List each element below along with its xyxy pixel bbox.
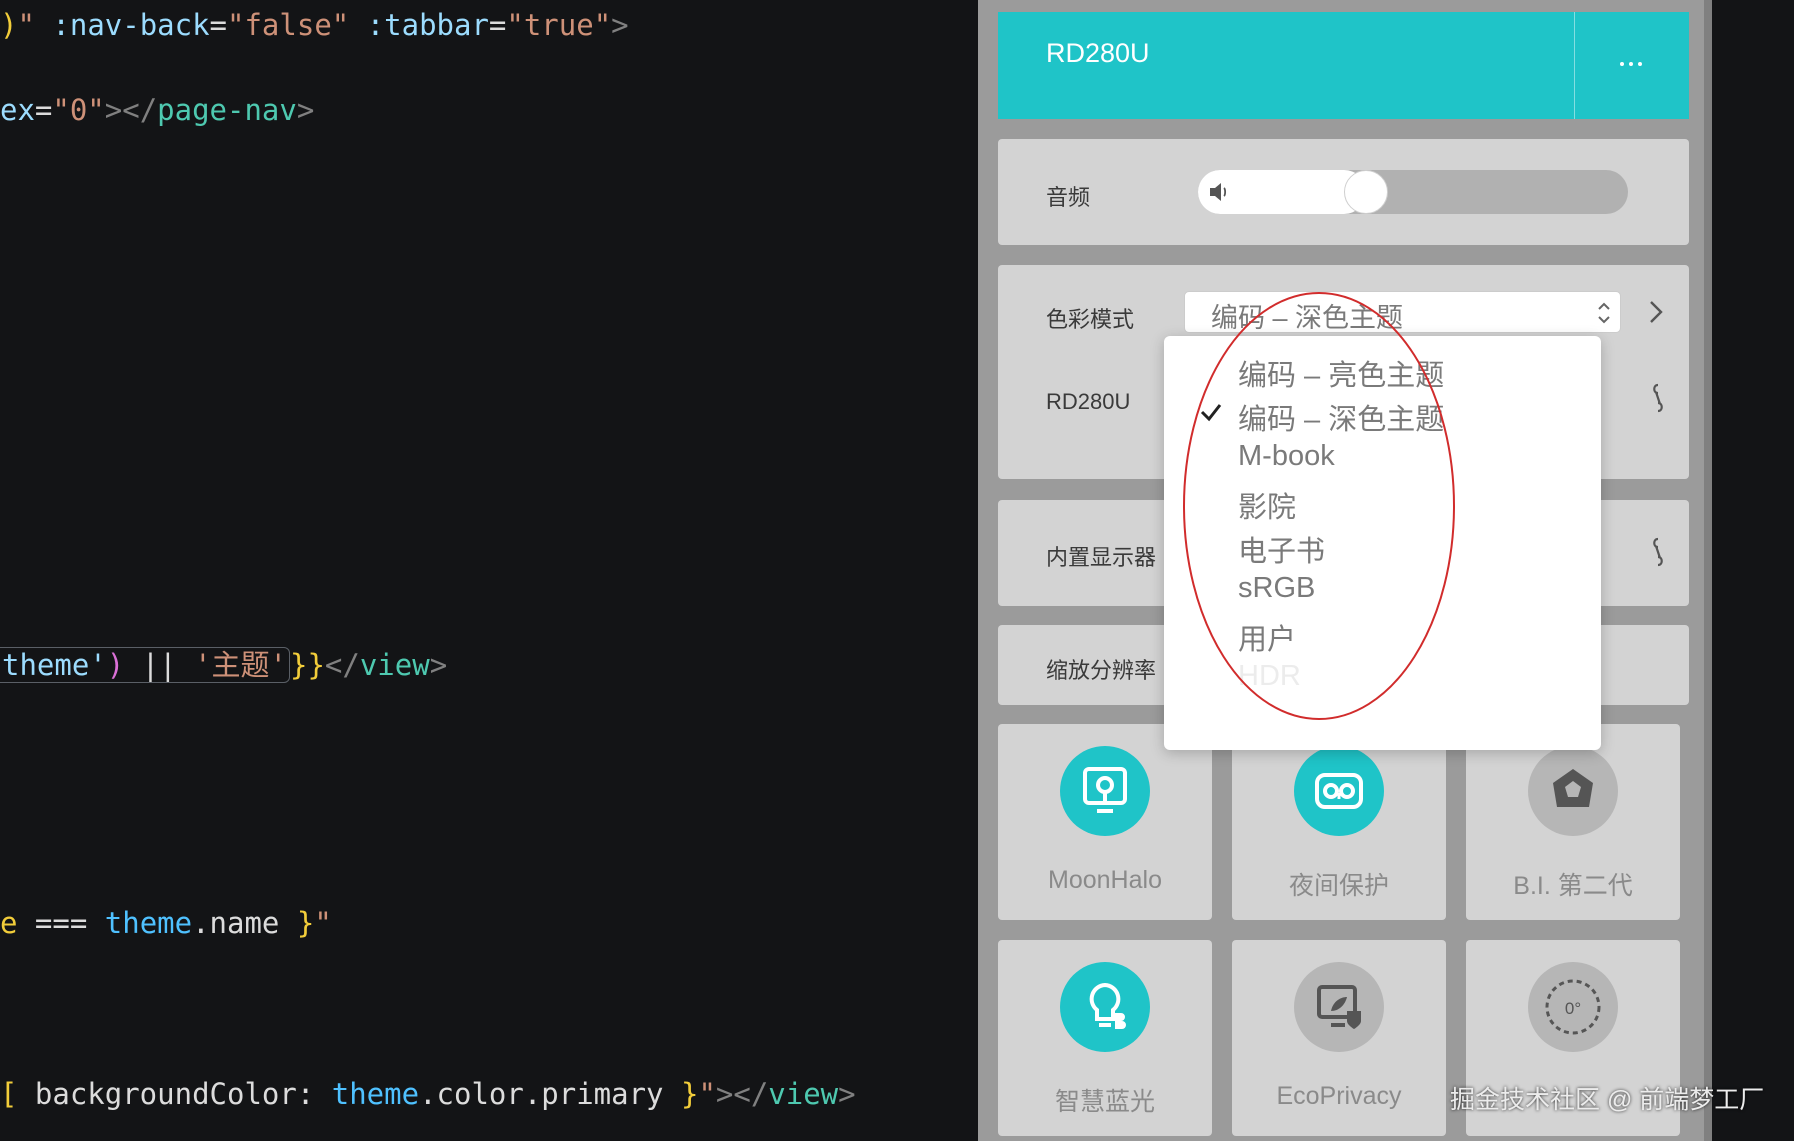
chevron-right-icon[interactable] bbox=[1649, 300, 1663, 324]
moonhalo-icon bbox=[1060, 746, 1150, 836]
audio-card: 音频 bbox=[998, 139, 1689, 245]
tile-label: B.I. 第二代 bbox=[1513, 872, 1633, 900]
color-mode-select[interactable]: 编码 – 深色主题 bbox=[1184, 291, 1621, 333]
ecoprivacy-icon bbox=[1294, 962, 1384, 1052]
speaker-icon bbox=[1210, 183, 1227, 201]
color-mode-select-value: 编码 – 深色主题 bbox=[1211, 303, 1404, 333]
owl-night-icon bbox=[1294, 746, 1384, 836]
dropdown-option[interactable]: sRGB bbox=[1238, 572, 1315, 605]
code-line: theme') || '主题'}}</view> bbox=[0, 645, 447, 685]
dropdown-option[interactable]: HDR bbox=[1238, 660, 1301, 693]
code-token: ) bbox=[106, 648, 125, 682]
rotation-value: 0° bbox=[1565, 999, 1581, 1018]
link-icon[interactable] bbox=[1651, 383, 1665, 413]
code-line: [ backgroundColor: theme.color.primary }… bbox=[0, 1074, 856, 1114]
color-mode-dropdown[interactable]: 编码 – 亮色主题 编码 – 深色主题 M-book 影院 电子书 sRGB 用… bbox=[1164, 336, 1601, 750]
code-token: " bbox=[698, 1077, 716, 1111]
code-editor[interactable]: )" :nav-back="false" :tabbar="true"> ex="… bbox=[0, 0, 978, 1141]
code-line: )" :nav-back="false" :tabbar="true"> bbox=[0, 5, 629, 45]
code-token: ></ bbox=[715, 1077, 769, 1111]
tile-smart-bluelight[interactable]: 智慧蓝光 bbox=[998, 940, 1212, 1136]
link-icon[interactable] bbox=[1651, 537, 1665, 567]
builtin-display-label: 内置显示器 bbox=[1046, 545, 1157, 570]
code-token: theme bbox=[104, 906, 193, 940]
code-token: ></ bbox=[104, 93, 158, 127]
code-token: > bbox=[296, 93, 315, 127]
code-token: theme bbox=[331, 1077, 420, 1111]
code-token: :tabbar bbox=[366, 8, 489, 42]
code-token: > bbox=[429, 648, 448, 682]
scaling-label: 缩放分辨率 bbox=[1046, 658, 1157, 683]
color-mode-label: 色彩模式 bbox=[1046, 307, 1135, 332]
code-token: "false" bbox=[227, 8, 350, 42]
dropdown-option[interactable]: 编码 – 亮色主题 bbox=[1238, 352, 1444, 394]
watermark: 掘金技术社区 @ 前端梦工厂 bbox=[1450, 1086, 1765, 1114]
code-token: .color.primary bbox=[419, 1077, 681, 1111]
code-token: > bbox=[611, 8, 629, 42]
code-token: :nav-back bbox=[52, 8, 210, 42]
code-token: [ bbox=[0, 1077, 18, 1111]
rotation-icon: 0° bbox=[1528, 962, 1618, 1052]
nav-bar: RD280U bbox=[998, 12, 1689, 119]
code-token: "0" bbox=[52, 93, 105, 127]
code-token: </ bbox=[324, 648, 360, 682]
nav-divider bbox=[1574, 12, 1575, 119]
audio-slider-knob[interactable] bbox=[1344, 170, 1388, 214]
code-token: ex bbox=[0, 93, 35, 127]
tile-label: 夜间保护 bbox=[1288, 872, 1389, 900]
code-token: > bbox=[838, 1077, 856, 1111]
code-token: backgroundColor: bbox=[17, 1077, 332, 1111]
smart-bluelight-icon bbox=[1060, 962, 1150, 1052]
code-token: = bbox=[209, 8, 228, 42]
code-token: } bbox=[680, 1077, 699, 1111]
code-token: = bbox=[488, 8, 507, 42]
tile-label: MoonHalo bbox=[1048, 866, 1162, 894]
code-token: view bbox=[359, 648, 430, 682]
code-token: theme' bbox=[2, 648, 107, 682]
audio-label: 音频 bbox=[1046, 185, 1091, 210]
nav-title: RD280U bbox=[1046, 38, 1150, 68]
dropdown-option-selected[interactable]: 编码 – 深色主题 bbox=[1238, 396, 1444, 438]
code-line: ex="0"></page-nav> bbox=[0, 90, 314, 130]
bi-gen2-icon bbox=[1528, 746, 1618, 836]
tile-bi-gen2[interactable]: B.I. 第二代 bbox=[1466, 724, 1680, 920]
code-token: " bbox=[17, 8, 35, 42]
code-token: view bbox=[768, 1077, 839, 1111]
code-token: || bbox=[124, 648, 195, 682]
code-token: "true" bbox=[506, 8, 612, 42]
code-token: page-nav bbox=[157, 93, 297, 127]
dropdown-option[interactable]: M-book bbox=[1238, 440, 1335, 473]
dropdown-option[interactable]: 用户 bbox=[1238, 616, 1296, 658]
tile-label: 智慧蓝光 bbox=[1054, 1088, 1155, 1116]
code-token: }} bbox=[290, 648, 325, 682]
monitor-label: RD280U bbox=[1046, 389, 1131, 414]
code-token: === bbox=[17, 906, 105, 940]
tile-ecoprivacy[interactable]: EcoPrivacy bbox=[1232, 940, 1446, 1136]
tile-label: EcoPrivacy bbox=[1276, 1082, 1402, 1110]
code-token: = bbox=[34, 93, 53, 127]
audio-slider[interactable] bbox=[1198, 170, 1628, 214]
dropdown-option[interactable]: 电子书 bbox=[1238, 528, 1325, 570]
code-token: .name bbox=[192, 906, 297, 940]
code-line: e === theme.name }" bbox=[0, 903, 332, 943]
code-token: '主题' bbox=[194, 648, 287, 682]
tile-moonhalo[interactable]: MoonHalo bbox=[998, 724, 1212, 920]
checkmark-icon bbox=[1200, 404, 1222, 422]
code-token: ) bbox=[0, 8, 18, 42]
ellipsis-icon[interactable] bbox=[1601, 46, 1661, 82]
app-preview: RD280U 音频 色彩模式 编码 – 深色主题 RD280U 内置显示器 缩放… bbox=[978, 0, 1712, 1141]
code-token: } bbox=[296, 906, 315, 940]
select-updown-icon bbox=[1598, 302, 1610, 324]
code-token: e bbox=[0, 906, 18, 940]
tile-night-protection[interactable]: 夜间保护 bbox=[1232, 724, 1446, 920]
dropdown-option[interactable]: 影院 bbox=[1238, 484, 1296, 526]
selection-highlight: theme') || '主题' bbox=[0, 647, 290, 683]
phone-frame-edge bbox=[1704, 0, 1712, 1141]
code-token: " bbox=[314, 906, 332, 940]
